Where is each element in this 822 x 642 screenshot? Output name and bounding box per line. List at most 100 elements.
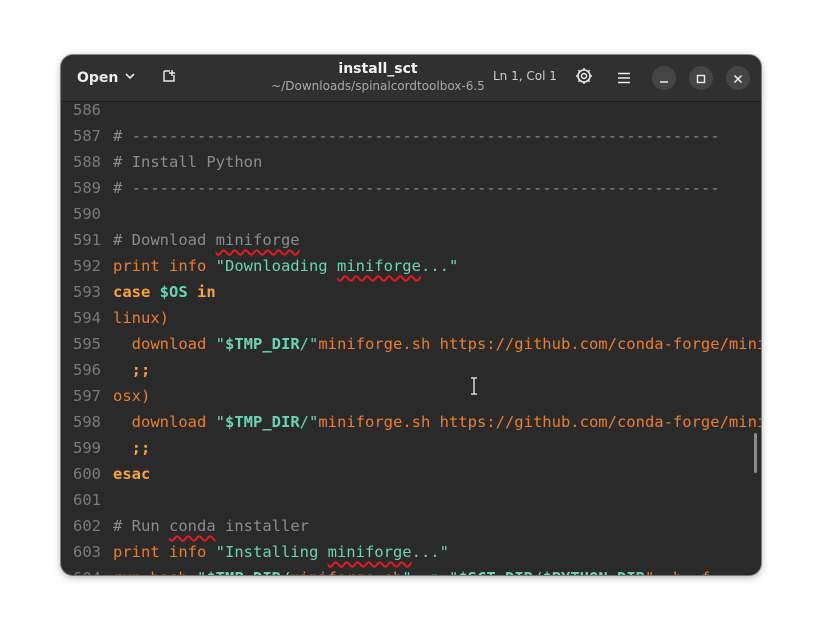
line-code: download "$TMP_DIR/"miniforge.sh https:/… bbox=[113, 331, 761, 357]
line-code: esac bbox=[113, 461, 150, 487]
code-token: installer bbox=[215, 517, 309, 535]
code-token: # Install Python bbox=[113, 153, 263, 171]
code-token: download bbox=[113, 413, 216, 431]
document-title: install_sct bbox=[338, 61, 418, 77]
code-token: # Download bbox=[113, 231, 216, 249]
code-token: $SCT_DIR bbox=[458, 569, 533, 575]
line-code: print info "Downloading miniforge..." bbox=[113, 253, 458, 279]
code-token: $TMP_DIR bbox=[206, 569, 281, 575]
cursor-position-indicator[interactable]: Ln 1, Col 1 bbox=[493, 69, 557, 83]
line-number: 604 bbox=[61, 565, 101, 575]
hamburger-icon bbox=[617, 69, 631, 88]
line-number: 600 bbox=[73, 465, 101, 483]
code-token: $PYTHON_DIR bbox=[542, 569, 645, 575]
close-button[interactable] bbox=[726, 66, 750, 90]
line-number: 597 bbox=[73, 387, 101, 405]
line-number: 591 bbox=[73, 231, 101, 249]
minimize-button[interactable] bbox=[652, 66, 676, 90]
code-token: miniforge.sh https://github.com/conda-fo… bbox=[318, 413, 761, 431]
line-number: 602 bbox=[73, 517, 101, 535]
line-code: # Download miniforge bbox=[113, 227, 300, 253]
line-code: ;; bbox=[113, 435, 151, 461]
document-path: ~/Downloads/spinalcordtoolbox-6.5 bbox=[271, 79, 485, 93]
new-tab-button[interactable] bbox=[155, 64, 183, 92]
line-code: linux) bbox=[113, 305, 169, 331]
misspelled-word: miniforge bbox=[215, 231, 300, 249]
line-number: 586 bbox=[73, 102, 101, 119]
code-token: run bash bbox=[113, 569, 197, 575]
maximize-icon bbox=[696, 69, 706, 88]
line-code: case $OS in bbox=[113, 279, 216, 305]
code-token: /" bbox=[299, 413, 319, 431]
code-token: # --------------------------------------… bbox=[113, 179, 720, 197]
code-token: ..." bbox=[411, 543, 449, 561]
code-token: osx) bbox=[113, 387, 151, 405]
new-tab-icon bbox=[161, 68, 177, 88]
code-editor[interactable]: 586 587 # --------------------------------… bbox=[61, 102, 761, 575]
open-button-label: Open bbox=[77, 70, 119, 86]
code-token: ;; bbox=[113, 361, 151, 379]
settings-button[interactable] bbox=[570, 64, 598, 92]
code-token: $TMP_DIR bbox=[225, 335, 300, 353]
code-token: "Downloading bbox=[215, 257, 337, 275]
code-token: / bbox=[281, 569, 290, 575]
code-token: print info bbox=[113, 257, 216, 275]
line-number: 594 bbox=[73, 309, 101, 327]
line-number: 593 bbox=[73, 283, 101, 301]
line-number: 592 bbox=[73, 257, 101, 275]
line-number: 603 bbox=[73, 543, 101, 561]
misspelled-word: miniforge bbox=[336, 257, 421, 275]
line-number: 590 bbox=[73, 205, 101, 223]
code-token: linux) bbox=[113, 309, 169, 327]
code-token: /" bbox=[299, 335, 319, 353]
minimize-icon bbox=[659, 69, 669, 88]
code-token: " -b -f bbox=[645, 569, 710, 575]
code-token: # --------------------------------------… bbox=[113, 127, 720, 145]
line-code: print info "Installing miniforge..." bbox=[113, 539, 449, 565]
line-number: 596 bbox=[73, 361, 101, 379]
line-number: 598 bbox=[73, 413, 101, 431]
code-token: esac bbox=[113, 465, 151, 483]
header-bar: Open install_sct ~/Downloads/spinalcordt… bbox=[61, 55, 761, 102]
code-token: in bbox=[187, 283, 216, 301]
line-code: ;; bbox=[113, 357, 151, 383]
line-code: # Run conda installer bbox=[113, 513, 309, 539]
text-cursor-icon bbox=[469, 377, 479, 395]
code-token: " bbox=[197, 569, 206, 575]
line-code: download "$TMP_DIR/"miniforge.sh https:/… bbox=[113, 409, 761, 435]
text-editor-window: Open install_sct ~/Downloads/spinalcordt… bbox=[61, 55, 761, 575]
main-menu-button[interactable] bbox=[610, 64, 638, 92]
code-token: $TMP_DIR bbox=[225, 413, 300, 431]
line-number: 587 bbox=[73, 127, 101, 145]
code-token: download bbox=[113, 335, 216, 353]
misspelled-word: conda bbox=[169, 517, 216, 535]
maximize-button[interactable] bbox=[689, 66, 713, 90]
code-token: print info bbox=[113, 543, 216, 561]
line-code: # --------------------------------------… bbox=[113, 175, 720, 201]
code-token: " bbox=[215, 413, 225, 431]
line-code: # Install Python bbox=[113, 149, 262, 175]
code-token: / bbox=[533, 569, 542, 575]
code-token: case bbox=[113, 283, 160, 301]
settings-icon bbox=[575, 67, 593, 89]
code-token: ;; bbox=[113, 439, 151, 457]
code-token: # Run bbox=[113, 517, 169, 535]
line-number: 589 bbox=[73, 179, 101, 197]
close-icon bbox=[733, 69, 743, 88]
misspelled-word: miniforge bbox=[327, 543, 412, 561]
line-number: 588 bbox=[73, 153, 101, 171]
code-token: miniforge.sh https://github.com/conda-fo… bbox=[318, 335, 761, 353]
code-token: ..." bbox=[420, 257, 459, 275]
line-code: run bash "$TMP_DIR/miniforge.sh" -p "$SC… bbox=[113, 565, 710, 575]
vertical-scrollbar[interactable] bbox=[754, 433, 757, 473]
line-code: osx) bbox=[113, 383, 150, 409]
code-token: " -p " bbox=[402, 569, 458, 575]
open-button[interactable]: Open bbox=[69, 64, 144, 92]
line-number: 599 bbox=[73, 439, 101, 457]
line-number: 595 bbox=[73, 335, 101, 353]
code-token: "Installing bbox=[215, 543, 328, 561]
code-token: $OS bbox=[159, 283, 188, 301]
chevron-down-icon bbox=[124, 70, 136, 86]
title-block: install_sct ~/Downloads/spinalcordtoolbo… bbox=[261, 61, 495, 94]
code-token: " bbox=[215, 335, 225, 353]
